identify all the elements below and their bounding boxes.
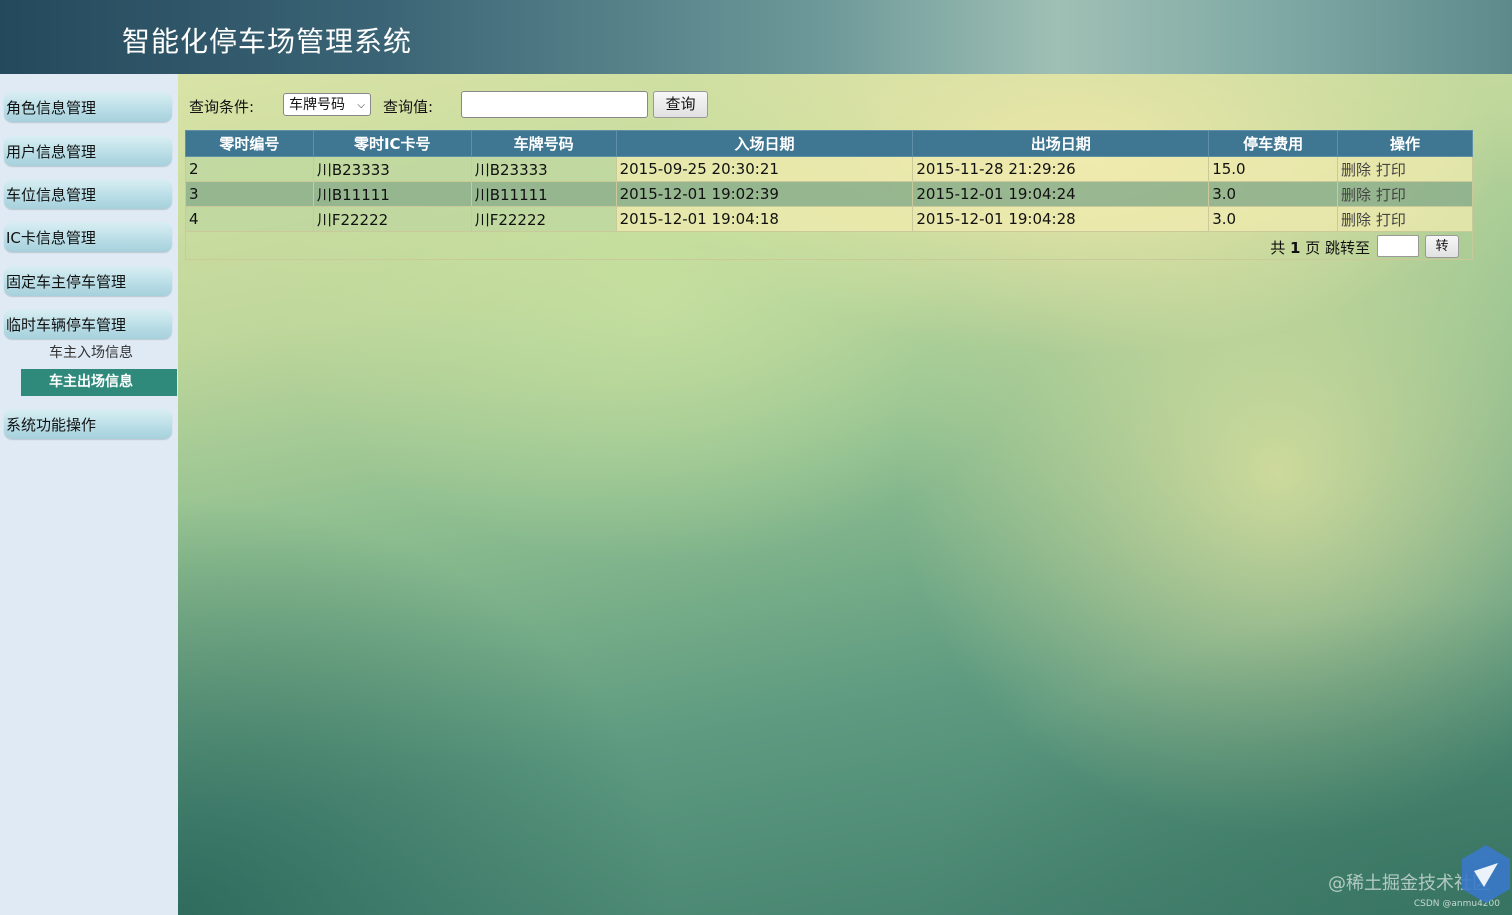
cell-actions: 删除 打印: [1337, 156, 1473, 182]
pagination-suffix: 页 跳转至: [1305, 239, 1370, 257]
cell-entry-date: 2015-09-25 20:30:21: [615, 156, 914, 182]
records-table: 零时编号 零时IC卡号 车牌号码 入场日期 出场日期 停车费用 操作 2 川B2…: [185, 130, 1473, 232]
submenu-item-entry-info[interactable]: 车主入场信息: [21, 340, 177, 367]
condition-select-value: 车牌号码: [289, 97, 345, 113]
cell-fee: 15.0: [1208, 156, 1339, 182]
delete-link[interactable]: 删除: [1341, 161, 1371, 179]
total-pages: 1: [1290, 239, 1301, 257]
main-content: 查询条件: 车牌号码 ⌵ 查询值: 查询 零时编号 零时IC卡号 车牌号码 入场…: [178, 74, 1512, 915]
pagination: 共 1 页 跳转至 转: [185, 232, 1473, 260]
cell-actions: 删除 打印: [1337, 206, 1473, 232]
sidebar: 角色信息管理 用户信息管理 车位信息管理 IC卡信息管理 固定车主停车管理 临时…: [0, 74, 178, 915]
condition-label: 查询条件:: [189, 98, 255, 116]
sidebar-item-role[interactable]: 角色信息管理: [4, 92, 172, 122]
sidebar-item-ic-card[interactable]: IC卡信息管理: [4, 222, 172, 252]
print-link[interactable]: 打印: [1376, 161, 1406, 179]
column-header: 操作: [1337, 130, 1473, 157]
column-header: 车牌号码: [470, 130, 617, 157]
print-link[interactable]: 打印: [1376, 211, 1406, 229]
value-label: 查询值:: [383, 98, 434, 116]
search-value-input[interactable]: [461, 91, 648, 118]
app-header: 智能化停车场管理系统: [0, 0, 1512, 74]
column-header: 停车费用: [1208, 130, 1339, 157]
cell-fee: 3.0: [1208, 206, 1339, 232]
cell-ic: 川F22222: [312, 206, 472, 232]
cell-exit-date: 2015-12-01 19:04:28: [912, 206, 1210, 232]
chevron-down-icon: ⌵: [357, 100, 365, 111]
submenu-item-exit-info[interactable]: 车主出场信息: [21, 369, 177, 396]
cell-entry-date: 2015-12-01 19:04:18: [615, 206, 914, 232]
table-header-row: 零时编号 零时IC卡号 车牌号码 入场日期 出场日期 停车费用 操作: [185, 130, 1473, 157]
cell-fee: 3.0: [1208, 181, 1339, 207]
app-title: 智能化停车场管理系统: [122, 25, 413, 58]
search-bar: 查询条件: 车牌号码 ⌵ 查询值: 查询: [189, 91, 789, 119]
cell-ic: 川B11111: [312, 181, 472, 207]
cell-plate: 川F22222: [470, 206, 617, 232]
cell-plate: 川B11111: [470, 181, 617, 207]
cell-exit-date: 2015-11-28 21:29:26: [912, 156, 1210, 182]
column-header: 零时IC卡号: [312, 130, 472, 157]
sidebar-item-system-ops[interactable]: 系统功能操作: [4, 409, 172, 439]
column-header: 入场日期: [615, 130, 914, 157]
cell-exit-date: 2015-12-01 19:04:24: [912, 181, 1210, 207]
cell-id: 3: [185, 181, 314, 207]
delete-link[interactable]: 删除: [1341, 186, 1371, 204]
page-jump-input[interactable]: [1377, 235, 1419, 257]
cell-ic: 川B23333: [312, 156, 472, 182]
pagination-text: 共 1 页 跳转至: [1270, 237, 1370, 258]
column-header: 零时编号: [185, 130, 314, 157]
condition-select[interactable]: 车牌号码 ⌵: [283, 93, 371, 116]
print-link[interactable]: 打印: [1376, 186, 1406, 204]
pagination-prefix: 共: [1270, 239, 1286, 257]
cell-actions: 删除 打印: [1337, 181, 1473, 207]
page-go-button[interactable]: 转: [1425, 235, 1459, 258]
search-button[interactable]: 查询: [653, 91, 708, 118]
cell-plate: 川B23333: [470, 156, 617, 182]
sidebar-item-parking-space[interactable]: 车位信息管理: [4, 179, 172, 209]
sidebar-item-fixed-owner[interactable]: 固定车主停车管理: [4, 266, 172, 296]
sidebar-item-user[interactable]: 用户信息管理: [4, 136, 172, 166]
juejin-logo-icon: [1462, 845, 1510, 903]
column-header: 出场日期: [912, 130, 1210, 157]
cell-id: 4: [185, 206, 314, 232]
table-row: 3 川B11111 川B11111 2015-12-01 19:02:39 20…: [185, 181, 1473, 207]
delete-link[interactable]: 删除: [1341, 211, 1371, 229]
table-row: 2 川B23333 川B23333 2015-09-25 20:30:21 20…: [185, 156, 1473, 182]
cell-entry-date: 2015-12-01 19:02:39: [615, 181, 914, 207]
cell-id: 2: [185, 156, 314, 182]
sidebar-item-temp-vehicle[interactable]: 临时车辆停车管理: [4, 309, 172, 339]
table-row: 4 川F22222 川F22222 2015-12-01 19:04:18 20…: [185, 206, 1473, 232]
